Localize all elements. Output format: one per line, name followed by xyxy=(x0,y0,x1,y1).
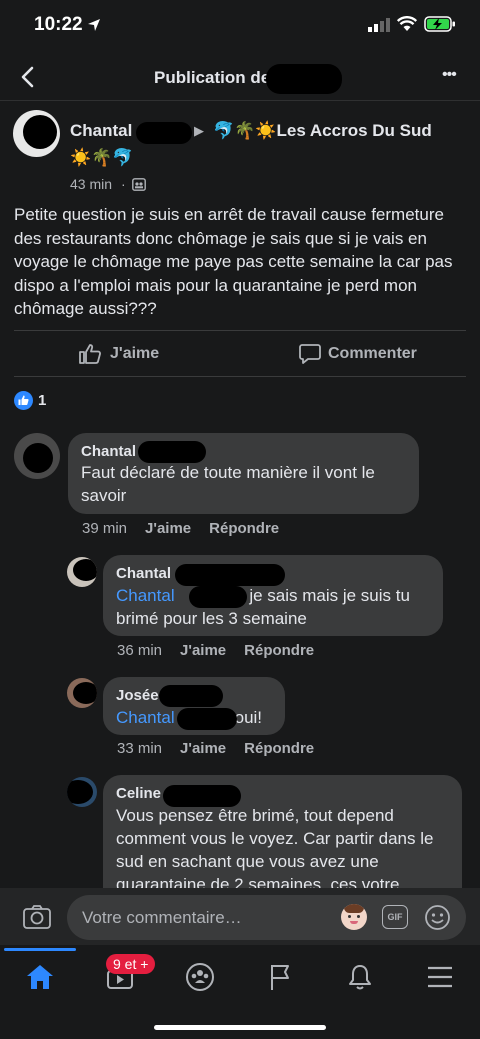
like-button[interactable]: J'aime xyxy=(78,339,159,369)
redaction xyxy=(177,708,237,730)
status-bar: 10:22 xyxy=(0,0,480,52)
comment-time: 39 min xyxy=(82,520,128,537)
nav-header: Publication de ••• xyxy=(0,56,480,101)
reply-reply-link[interactable]: Répondre xyxy=(244,642,314,659)
tab-pages[interactable] xyxy=(260,957,300,997)
reply-clip: Celine Vous pensez être brimé, tout depe… xyxy=(0,775,480,888)
home-indicator xyxy=(154,1025,326,1030)
mention-link[interactable]: Chantal xyxy=(116,708,175,727)
comment-author[interactable]: Chantal xyxy=(81,443,136,460)
reply-bubble[interactable]: Chantal Chantal je sais mais je suis tu … xyxy=(103,555,443,636)
reply-bubble[interactable]: Celine Vous pensez être brimé, tout depe… xyxy=(103,775,462,888)
reply-text-line-1: Chantal je sais mais je suis tu xyxy=(116,584,446,607)
author-avatar[interactable] xyxy=(13,110,60,157)
redaction xyxy=(189,586,247,608)
comment-icon xyxy=(299,344,321,364)
like-reaction-icon xyxy=(14,391,33,410)
flag-icon xyxy=(271,965,289,990)
redaction xyxy=(136,122,192,144)
reply-meta: 36 min J'aime Répondre xyxy=(117,642,314,659)
notification-badge: 9 et + xyxy=(106,954,156,974)
post-author-name[interactable]: Chantal xyxy=(70,121,132,141)
reply-like-link[interactable]: J'aime xyxy=(180,740,226,757)
post-time[interactable]: 43 min xyxy=(70,176,112,192)
more-options-icon[interactable]: ••• xyxy=(442,66,457,84)
avatar-sticker-icon[interactable] xyxy=(341,904,367,930)
camera-icon[interactable] xyxy=(22,904,52,930)
redaction xyxy=(159,685,223,707)
reply-text-line-2: brimé pour les 3 semaine xyxy=(116,609,307,628)
group-audience-icon xyxy=(132,178,146,191)
wifi-icon xyxy=(397,16,417,31)
comment-reply-link[interactable]: Répondre xyxy=(209,520,279,537)
home-icon xyxy=(27,965,53,989)
redaction xyxy=(138,441,206,463)
comment-composer: Votre commentaire… GIF xyxy=(0,888,480,945)
tab-groups[interactable] xyxy=(180,957,220,997)
tab-notifications[interactable] xyxy=(340,957,380,997)
reply-author[interactable]: Chantal xyxy=(116,565,171,582)
comment-label: Commenter xyxy=(328,345,417,362)
bell-icon xyxy=(349,965,371,990)
reply-bubble[interactable]: Josée Chantal oui! xyxy=(103,677,285,735)
reply-author[interactable]: Celine xyxy=(116,785,161,802)
mention-link[interactable]: Chantal xyxy=(116,586,175,605)
group-name[interactable]: 🐬🌴☀️Les Accros Du Sud xyxy=(213,121,432,141)
page-title: Publication de xyxy=(154,68,271,87)
groups-icon xyxy=(186,963,214,991)
reply-author[interactable]: Josée xyxy=(116,687,159,704)
reaction-count: 1 xyxy=(38,392,47,409)
reply-text: oui! xyxy=(234,708,263,727)
post-arrow: ▶ xyxy=(194,123,204,138)
comment-meta: 39 min J'aime Répondre xyxy=(82,520,279,537)
reply-text: Vous pensez être brimé, tout depend comm… xyxy=(116,806,434,888)
menu-icon xyxy=(428,966,452,988)
comment-input[interactable]: Votre commentaire… GIF xyxy=(67,895,466,940)
reply-avatar[interactable] xyxy=(67,557,97,587)
status-time: 10:22 xyxy=(34,14,83,35)
commenter-avatar[interactable] xyxy=(14,433,60,479)
gif-label: GIF xyxy=(387,912,403,922)
reply-meta: 33 min J'aime Répondre xyxy=(117,740,314,757)
divider xyxy=(14,330,466,331)
comment-like-link[interactable]: J'aime xyxy=(145,520,191,537)
signal-icon xyxy=(368,18,390,32)
post-text: Petite question je suis en arrêt de trav… xyxy=(14,205,453,318)
divider xyxy=(14,376,466,377)
back-icon[interactable] xyxy=(18,66,38,88)
redaction xyxy=(266,64,342,94)
comment-text: Faut déclaré de toute manière il vont le… xyxy=(81,463,375,505)
reaction-summary[interactable]: 1 xyxy=(14,391,46,410)
comment-placeholder: Votre commentaire… xyxy=(82,908,242,927)
group-name-emoji: ☀️🌴🐬 xyxy=(70,148,134,167)
thumbs-up-icon xyxy=(79,344,101,364)
comment-button[interactable]: Commenter xyxy=(298,339,417,369)
reply-text: je sais mais je suis tu xyxy=(244,586,410,605)
battery-icon xyxy=(424,16,455,32)
reply-reply-link[interactable]: Répondre xyxy=(244,740,314,757)
like-label: J'aime xyxy=(110,345,160,362)
active-tab-indicator xyxy=(4,948,76,951)
reply-like-link[interactable]: J'aime xyxy=(180,642,226,659)
reply-avatar[interactable] xyxy=(67,678,97,708)
reply-time: 33 min xyxy=(117,740,163,757)
tab-menu[interactable] xyxy=(420,957,460,997)
emoji-icon[interactable] xyxy=(424,904,451,931)
dot-separator: · xyxy=(121,176,126,192)
redaction xyxy=(175,564,285,586)
comment-bubble[interactable]: Chantal Faut déclaré de toute manière il… xyxy=(68,433,419,514)
reply-time: 36 min xyxy=(117,642,163,659)
gif-button[interactable]: GIF xyxy=(382,905,408,929)
tab-home[interactable] xyxy=(20,957,60,997)
location-arrow-icon xyxy=(88,19,100,31)
tab-bar: 9 et + xyxy=(0,945,480,1039)
